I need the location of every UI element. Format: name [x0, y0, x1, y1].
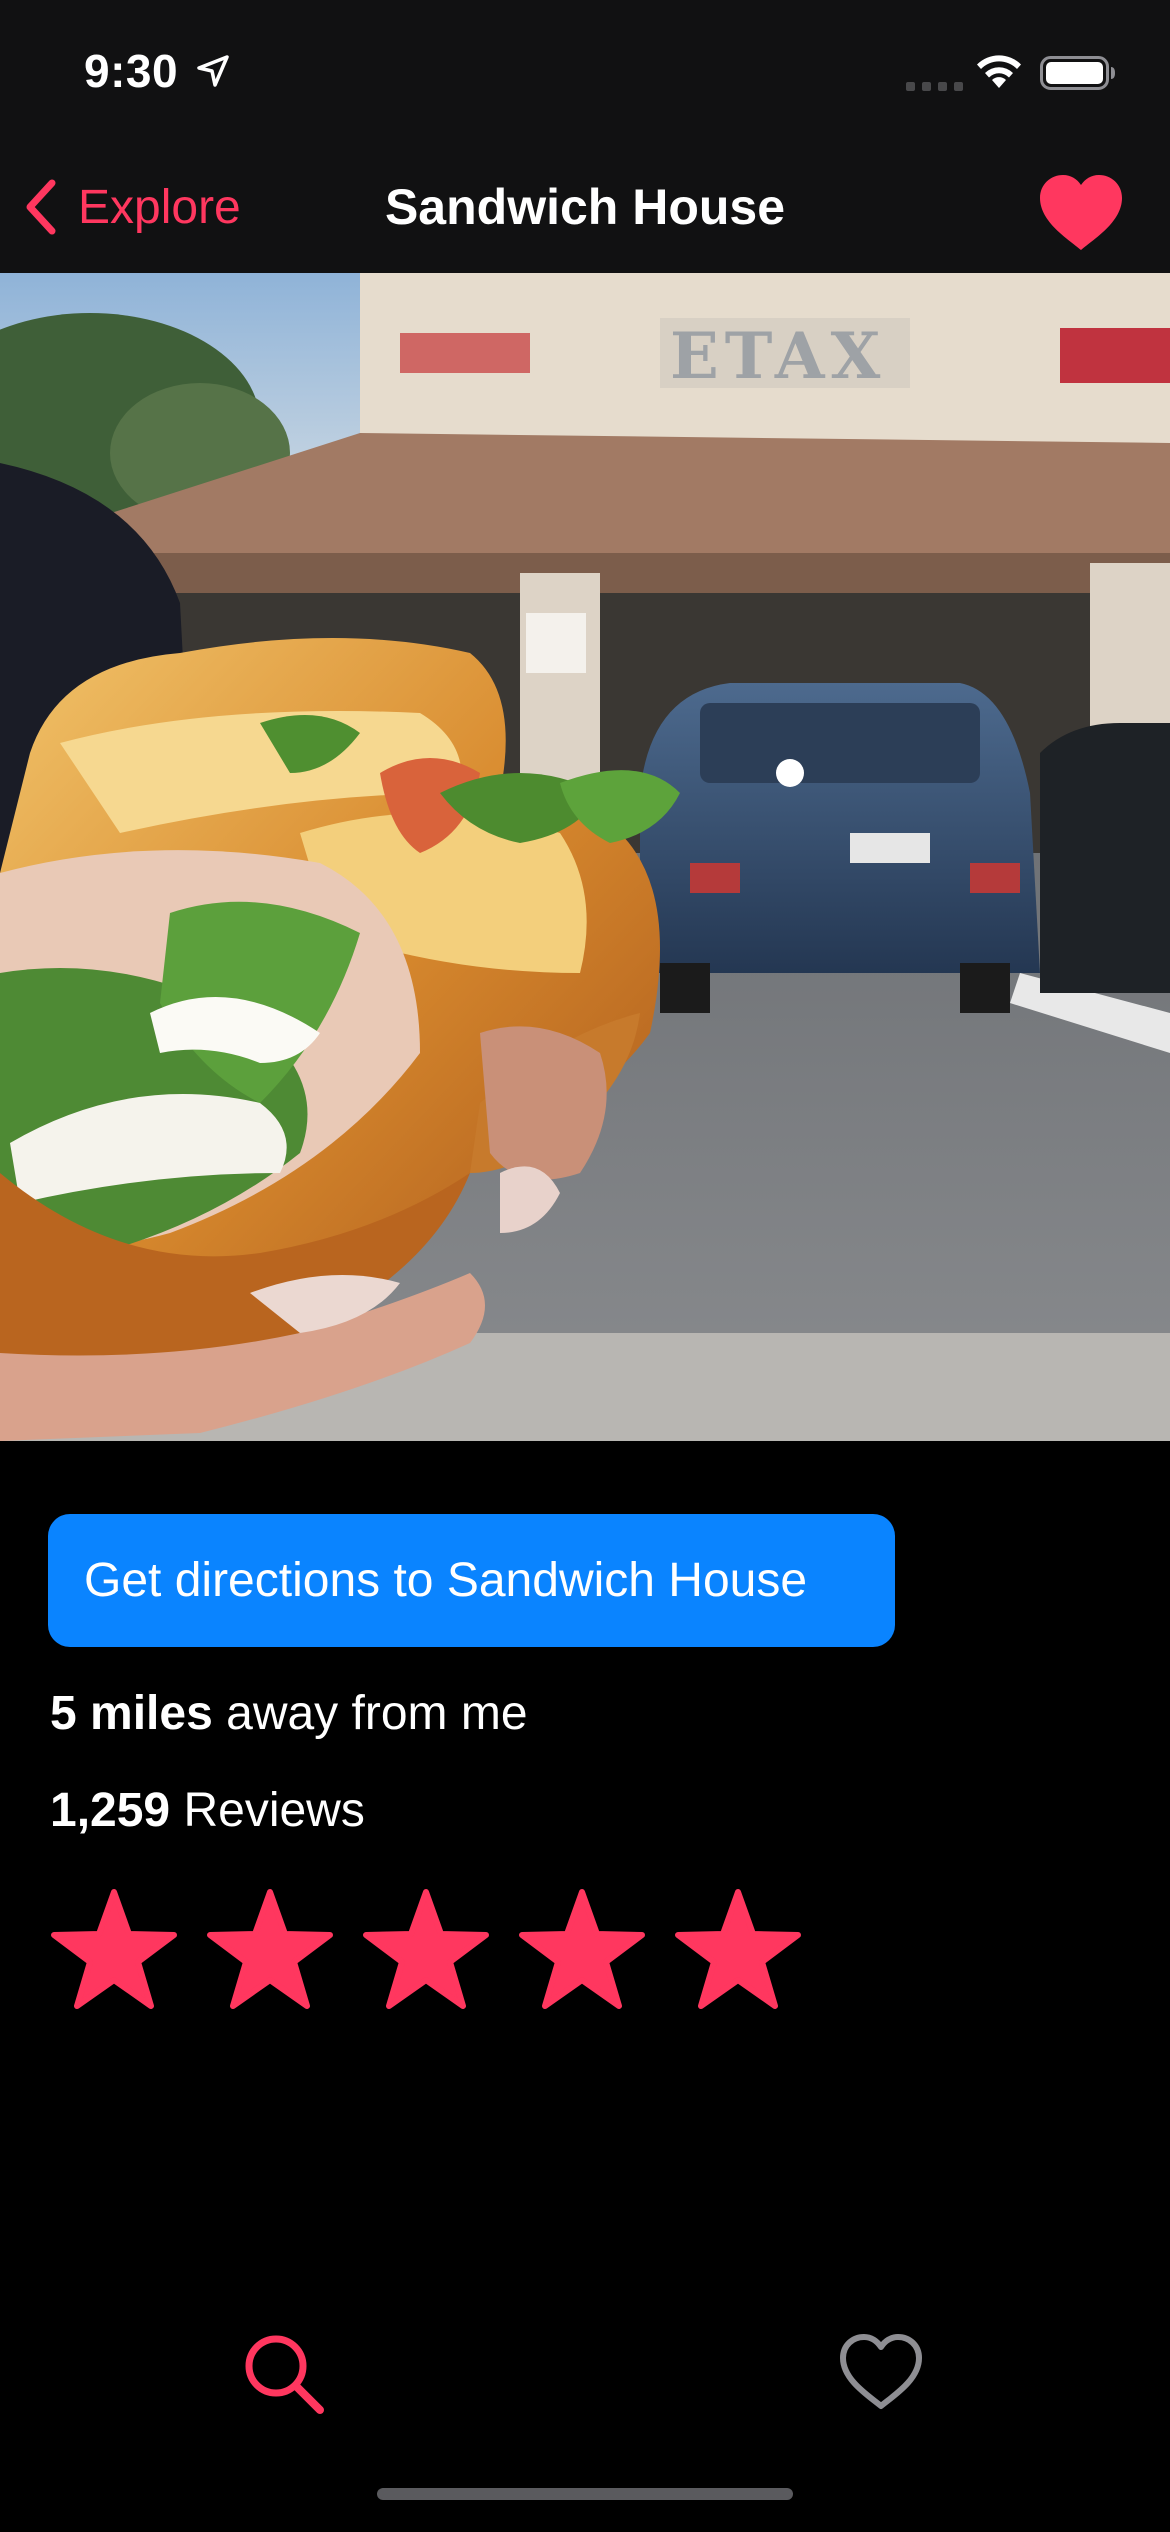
reviews-suffix: Reviews [170, 1784, 365, 1837]
distance-value: 5 miles [50, 1687, 213, 1740]
heart-outline-icon[interactable] [838, 2332, 924, 2412]
home-indicator[interactable] [377, 2488, 793, 2500]
reviews-count: 1,259 [50, 1784, 171, 1837]
distance-text: 5 miles away from me [50, 1686, 528, 1741]
search-icon[interactable] [242, 2332, 326, 2416]
get-directions-button[interactable]: Get directions to Sandwich House [48, 1514, 895, 1647]
star-icon [675, 1889, 801, 2009]
navigation-bar: Explore Sandwich House [0, 140, 1170, 273]
status-bar: 9:30 [0, 0, 1170, 140]
sandwich-photo: ETAX [0, 273, 1170, 1441]
cellular-signal-icon [906, 82, 963, 91]
star-rating [48, 1888, 828, 2020]
distance-suffix: away from me [212, 1687, 528, 1740]
status-time: 9:30 [84, 45, 179, 97]
page-title: Sandwich House [384, 179, 786, 235]
star-icon [51, 1889, 177, 2009]
location-arrow-icon [197, 55, 229, 87]
battery-icon [1040, 56, 1115, 90]
restaurant-photo: ETAX [0, 273, 1170, 1441]
star-icon [363, 1889, 489, 2009]
star-icon [519, 1889, 645, 2009]
star-icon [207, 1889, 333, 2009]
heart-filled-icon[interactable] [1038, 174, 1124, 252]
reviews-text: 1,259 Reviews [50, 1783, 365, 1838]
svg-text:ETAX: ETAX [670, 319, 886, 394]
wifi-icon [977, 55, 1021, 88]
